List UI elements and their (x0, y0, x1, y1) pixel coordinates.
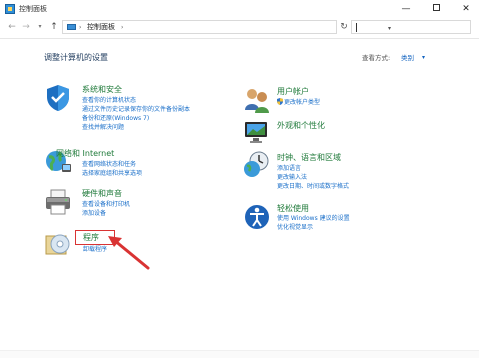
control-panel-window: 控制面板 — ✕ ← → ▾ ↑ › 控制面板 › ▾ ↻ 调整计算机的设置 查… (0, 0, 479, 358)
category-appearance-personalization: 外观和个性化 (243, 118, 443, 146)
category-title-appearance-personalization[interactable]: 外观和个性化 (277, 120, 325, 131)
clock-globe-icon[interactable] (243, 150, 271, 178)
page-title: 调整计算机的设置 (44, 53, 108, 62)
link-troubleshoot[interactable]: 查找并解决问题 (82, 124, 124, 132)
link-change-input-method[interactable]: 更改输入法 (277, 174, 307, 182)
text-cursor (356, 23, 357, 32)
link-change-date-time-format[interactable]: 更改日期、时间或数字格式 (277, 183, 349, 191)
up-button[interactable]: ↑ (48, 20, 60, 34)
link-homegroup-sharing[interactable]: 选择家庭组和共享选项 (82, 170, 142, 178)
link-change-account-type-label: 更改帐户类型 (284, 99, 321, 106)
link-change-account-type[interactable]: 更改帐户类型 (277, 98, 320, 107)
recent-locations-button[interactable]: ▾ (34, 20, 46, 34)
category-ease-of-access: 轻松使用 使用 Windows 建议的设置 优化视觉显示 (243, 203, 443, 239)
breadcrumb-separator[interactable]: › (79, 22, 81, 33)
maximize-icon (432, 4, 440, 11)
category-system-security: 系统和安全 查看你的计算机状态 通过文件历史记录保存你的文件备份副本 备份和还原… (44, 84, 234, 144)
link-devices-printers[interactable]: 查看设备和打印机 (82, 201, 130, 209)
appearance-monitor-icon[interactable] (243, 118, 271, 146)
breadcrumb-separator[interactable]: › (121, 22, 123, 33)
category-clock-language-region: 时钟、语言和区域 添加语言 更改输入法 更改日期、时间或数字格式 (243, 150, 443, 194)
link-add-language[interactable]: 添加语言 (277, 165, 301, 173)
category-title-system-security[interactable]: 系统和安全 (82, 84, 122, 95)
breadcrumb-control-panel[interactable]: 控制面板 (87, 22, 115, 33)
link-optimize-visual-display[interactable]: 优化视觉显示 (277, 224, 313, 232)
printer-icon[interactable] (44, 188, 72, 216)
back-button[interactable]: ← (6, 20, 18, 34)
control-panel-icon (5, 4, 15, 14)
link-network-status[interactable]: 查看网络状态和任务 (82, 161, 136, 169)
red-arrow-annotation (108, 236, 150, 270)
navigation-bar: ← → ▾ ↑ › 控制面板 › ▾ ↻ (0, 18, 479, 39)
system-security-shield-icon[interactable] (44, 84, 72, 112)
ease-of-access-icon[interactable] (243, 203, 271, 231)
link-file-history-backup[interactable]: 通过文件历史记录保存你的文件备份副本 (82, 106, 190, 114)
category-title-clock-language-region[interactable]: 时钟、语言和区域 (277, 152, 341, 163)
uac-shield-icon (277, 98, 283, 105)
refresh-button[interactable]: ↻ (338, 20, 350, 34)
link-backup-restore[interactable]: 备份和还原(Windows 7) (82, 115, 149, 123)
view-by-dropdown[interactable]: 类别 (401, 53, 414, 63)
control-panel-location-icon (67, 24, 76, 30)
category-network-internet: 网络和 Internet 查看网络状态和任务 选择家庭组和共享选项 (44, 148, 234, 184)
user-accounts-icon[interactable] (243, 86, 271, 114)
search-input[interactable] (351, 20, 471, 34)
category-title-user-accounts[interactable]: 用户帐户 (277, 86, 309, 97)
category-title-hardware-sound[interactable]: 硬件和声音 (82, 188, 122, 199)
link-add-device[interactable]: 添加设备 (82, 210, 106, 218)
category-title-ease-of-access[interactable]: 轻松使用 (277, 203, 309, 214)
close-button[interactable]: ✕ (451, 0, 479, 18)
address-bar[interactable]: › 控制面板 › ▾ (62, 20, 391, 34)
category-user-accounts: 用户帐户 更改帐户类型 (243, 86, 443, 116)
maximize-button[interactable] (421, 0, 451, 18)
link-recommended-settings[interactable]: 使用 Windows 建议的设置 (277, 215, 350, 223)
chevron-down-icon[interactable]: ▾ (422, 53, 425, 63)
link-view-computer-status[interactable]: 查看你的计算机状态 (82, 97, 136, 105)
title-bar: 控制面板 — ✕ (0, 0, 479, 18)
view-by-label: 查看方式: (362, 54, 391, 62)
minimize-button[interactable]: — (391, 0, 421, 18)
window-title: 控制面板 (19, 5, 47, 13)
forward-button[interactable]: → (20, 20, 32, 34)
category-hardware-sound: 硬件和声音 查看设备和打印机 添加设备 (44, 188, 234, 224)
category-title-network-internet[interactable]: 网络和 Internet (56, 148, 114, 159)
programs-disc-icon[interactable] (44, 230, 72, 258)
